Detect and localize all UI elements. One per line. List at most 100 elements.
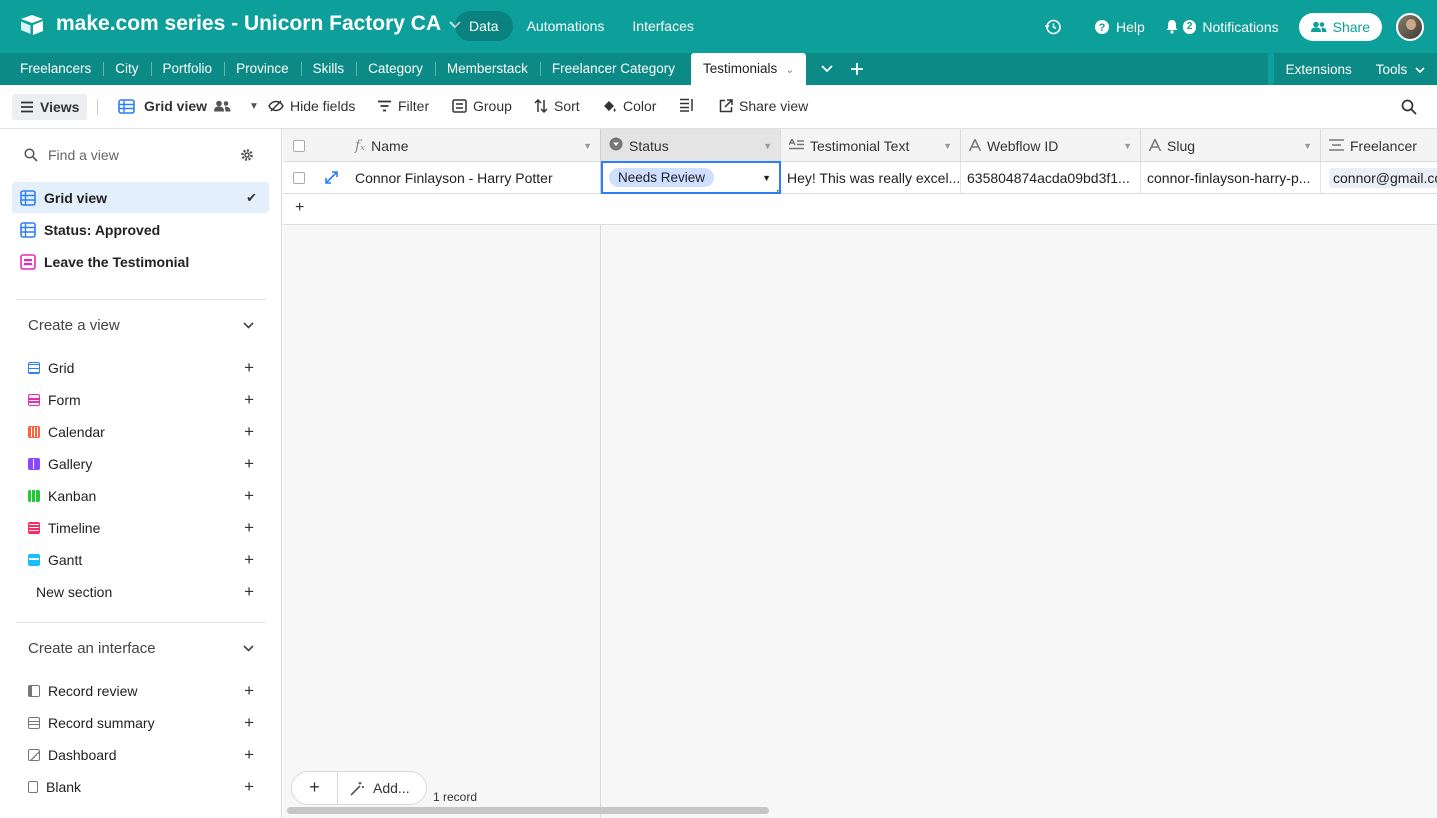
plus-icon[interactable]: +	[244, 745, 254, 765]
column-header-freelancer[interactable]: Freelancer	[1321, 129, 1437, 162]
create-interface-section-header[interactable]: Create an interface	[28, 640, 254, 657]
extensions-button[interactable]: Extensions	[1274, 62, 1364, 77]
column-header-name[interactable]: fₓ Name ▼	[343, 129, 601, 162]
cell-webflow-id[interactable]: 635804874acda09bd3f1...	[961, 162, 1141, 193]
tab-testimonials[interactable]: Testimonials ⌄	[690, 53, 807, 85]
create-timeline-view[interactable]: Timeline +	[28, 518, 254, 538]
tab-memberstack[interactable]: Memberstack	[434, 53, 540, 85]
caret-down-icon[interactable]: ▼	[763, 141, 772, 151]
gear-icon[interactable]	[240, 148, 254, 167]
column-header-testimonial-text[interactable]: Testimonial Text ▼	[781, 129, 961, 162]
help-button[interactable]: ? Help	[1094, 19, 1145, 35]
tab-freelancers[interactable]: Freelancers	[8, 53, 103, 85]
plus-icon[interactable]: +	[244, 454, 254, 474]
table-row[interactable]: Connor Finlayson - Harry Potter Needs Re…	[283, 161, 1437, 194]
add-record-plus-button[interactable]: +	[292, 771, 338, 805]
view-item-leave-testimonial[interactable]: Leave the Testimonial	[12, 246, 269, 277]
add-row-button[interactable]: +	[283, 194, 1437, 225]
create-calendar-view[interactable]: Calendar +	[28, 422, 254, 442]
nav-data[interactable]: Data	[455, 11, 513, 41]
tab-city[interactable]: City	[103, 53, 150, 85]
plus-icon[interactable]: +	[244, 550, 254, 570]
row-height-icon[interactable]	[679, 98, 700, 112]
create-record-review[interactable]: Record review +	[28, 681, 254, 701]
plus-icon[interactable]: +	[244, 518, 254, 538]
top-bar: make.com series - Unicorn Factory CA Dat…	[0, 0, 1437, 53]
tab-province[interactable]: Province	[224, 53, 301, 85]
create-kanban-view[interactable]: Kanban +	[28, 486, 254, 506]
caret-down-icon[interactable]: ▼	[1303, 141, 1312, 151]
create-grid-view[interactable]: Grid +	[28, 358, 254, 378]
plus-icon[interactable]: +	[244, 358, 254, 378]
share-button[interactable]: Share	[1298, 12, 1382, 41]
plus-icon[interactable]: +	[244, 422, 254, 442]
create-view-section-header[interactable]: Create a view	[28, 317, 254, 334]
share-view-button[interactable]: Share view	[719, 98, 808, 114]
filter-button[interactable]: Filter	[377, 98, 429, 114]
column-header-status[interactable]: Status ▼	[601, 129, 781, 162]
create-new-section[interactable]: New section +	[36, 582, 254, 602]
nav-automations[interactable]: Automations	[513, 11, 619, 41]
create-dashboard[interactable]: Dashboard +	[28, 745, 254, 765]
tab-skills[interactable]: Skills	[300, 53, 357, 85]
all-tables-chevron-icon[interactable]	[812, 53, 842, 85]
caret-down-icon[interactable]: ▼	[762, 173, 771, 183]
cell-freelancer[interactable]: connor@gmail.com	[1321, 162, 1437, 193]
horizontal-scrollbar[interactable]	[287, 807, 769, 814]
grid-area: fₓ Name ▼ Status ▼ Testimonial Text ▼ Webflo…	[283, 129, 1437, 818]
tools-button[interactable]: Tools	[1364, 62, 1437, 77]
column-header-slug[interactable]: Slug ▼	[1141, 129, 1321, 162]
airtable-logo-icon[interactable]	[20, 14, 44, 36]
views-button[interactable]: Views	[12, 94, 88, 120]
plus-icon[interactable]: +	[244, 713, 254, 733]
row-select[interactable]	[283, 162, 343, 193]
tab-portfolio[interactable]: Portfolio	[150, 53, 225, 85]
color-button[interactable]: Color	[602, 98, 656, 114]
create-blank[interactable]: Blank +	[28, 777, 254, 797]
add-record-group: + Add...	[291, 771, 427, 805]
status-pill: Needs Review	[609, 168, 715, 187]
cell-status[interactable]: Needs Review ▼	[601, 161, 781, 194]
calendar-icon	[28, 426, 40, 438]
history-button[interactable]	[1044, 18, 1068, 36]
notifications-button[interactable]: 2 Notifications	[1165, 19, 1279, 35]
expand-record-icon[interactable]	[325, 171, 338, 184]
chevron-down-icon[interactable]: ⌄	[785, 64, 794, 76]
plus-icon[interactable]: +	[244, 681, 254, 701]
group-button[interactable]: Group	[452, 98, 512, 114]
create-gantt-view[interactable]: Gantt +	[28, 550, 254, 570]
view-item-status-approved[interactable]: Status: Approved	[12, 214, 269, 245]
cell-testimonial-text[interactable]: Hey! This was really excel...	[781, 162, 961, 193]
create-gallery-view[interactable]: Gallery +	[28, 454, 254, 474]
hide-fields-button[interactable]: Hide fields	[268, 98, 355, 114]
find-view-input[interactable]: Find a view	[24, 147, 119, 163]
cell-name[interactable]: Connor Finlayson - Harry Potter	[343, 162, 601, 193]
add-table-icon[interactable]	[842, 53, 872, 85]
grid-view-switcher[interactable]: Grid view ▼	[118, 98, 259, 114]
sort-button[interactable]: Sort	[534, 98, 580, 114]
tab-freelancer-category[interactable]: Freelancer Category	[539, 53, 687, 85]
user-avatar[interactable]	[1396, 12, 1424, 41]
search-icon[interactable]	[1401, 99, 1423, 115]
caret-down-icon[interactable]: ▼	[943, 141, 952, 151]
base-title[interactable]: make.com series - Unicorn Factory CA	[56, 12, 463, 36]
create-form-view[interactable]: Form +	[28, 390, 254, 410]
linked-record-chip[interactable]: connor@gmail.com	[1329, 167, 1437, 188]
plus-icon[interactable]: +	[244, 777, 254, 797]
table-tab-bar: Freelancers City Portfolio Province Skil…	[0, 53, 1437, 85]
plus-icon[interactable]: +	[244, 582, 254, 602]
row-checkbox[interactable]	[293, 171, 305, 184]
nav-interfaces[interactable]: Interfaces	[618, 11, 707, 41]
plus-icon[interactable]: +	[244, 486, 254, 506]
column-header-webflow-id[interactable]: Webflow ID ▼	[961, 129, 1141, 162]
create-record-summary[interactable]: Record summary +	[28, 713, 254, 733]
plus-icon[interactable]: +	[244, 390, 254, 410]
view-item-grid-view[interactable]: Grid view ✔	[12, 182, 269, 213]
cell-slug[interactable]: connor-finlayson-harry-p...	[1141, 162, 1321, 193]
tab-category[interactable]: Category	[356, 53, 435, 85]
caret-down-icon[interactable]: ▼	[1123, 141, 1132, 151]
formula-icon: fₓ	[355, 137, 366, 154]
chevron-down-icon	[1415, 66, 1425, 73]
add-with-ai-button[interactable]: Add...	[338, 780, 426, 796]
caret-down-icon[interactable]: ▼	[583, 141, 592, 151]
